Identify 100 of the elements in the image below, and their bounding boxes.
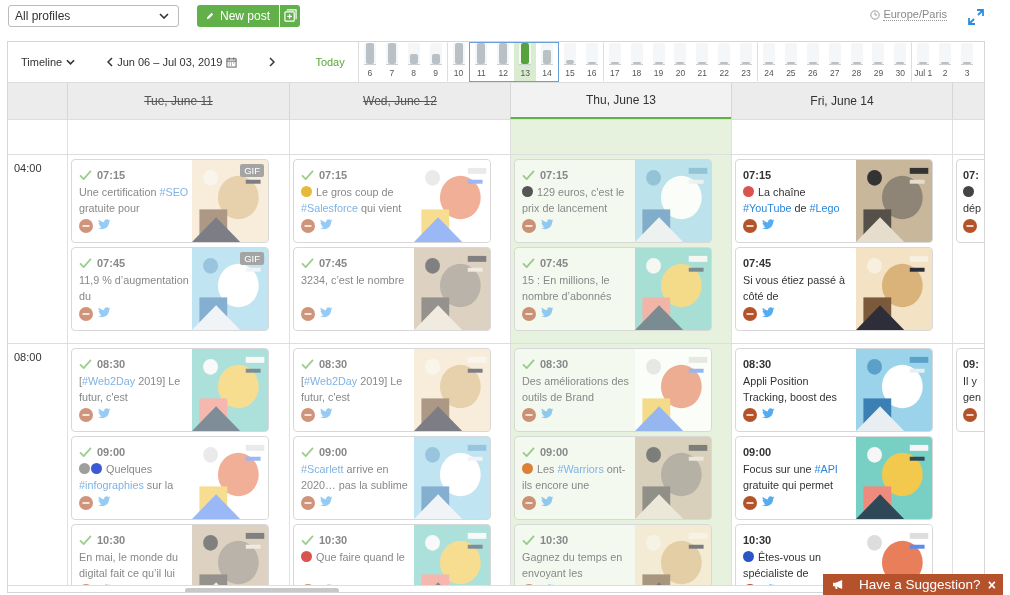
day-number: 21 xyxy=(697,68,708,78)
post-text: [#Web2Day 2019] Le futur, c'est xyxy=(79,374,182,405)
day-number: 10 xyxy=(453,68,464,78)
post-card[interactable]: 09:00 Focus sur une #API gratuite qui permet xyxy=(735,436,933,520)
post-card[interactable]: 07:15 Le gros coup de #Salesforce qui vient xyxy=(293,159,491,243)
day-bar-column[interactable]: 22 xyxy=(713,42,736,82)
day-title: Tue, June 11 xyxy=(144,94,213,108)
post-text: 129 euros, c'est le prix de lancement xyxy=(522,185,626,216)
day-bar-column[interactable]: 24 xyxy=(757,42,780,82)
post-time: 08:30 xyxy=(319,358,348,370)
post-text: 3234, c’est le nombre xyxy=(301,273,406,288)
timezone-link[interactable]: Europe/Paris xyxy=(883,8,947,21)
day-bar-column[interactable]: 2 xyxy=(934,42,957,82)
day-bar-column[interactable]: 17 xyxy=(602,42,626,82)
day-number: 8 xyxy=(411,68,417,78)
hashtag-link[interactable]: #Lego xyxy=(809,201,840,214)
day-bar-column[interactable]: 26 xyxy=(801,42,824,82)
post-card[interactable]: 07: dép xyxy=(956,159,984,243)
day-bar-column[interactable]: 3 xyxy=(956,42,978,82)
day-bar-column[interactable]: 27 xyxy=(823,42,846,82)
post-text: En mai, le monde du digital fait ce qu’il lui xyxy=(79,550,180,581)
post-card[interactable]: 09:00 #Scarlett arrive en 2020… pas la sublime xyxy=(293,436,491,520)
post-text: Des améliorations des outils de Brand xyxy=(522,374,630,405)
day-bar-column[interactable]: 29 xyxy=(867,42,890,82)
day-number: 22 xyxy=(719,68,729,78)
day-bar-column[interactable]: 8 xyxy=(402,42,425,82)
hashtag-link[interactable]: #YouTube xyxy=(743,201,792,214)
hashtag-link[interactable]: #API xyxy=(814,463,838,475)
day-number: 17 xyxy=(610,68,620,78)
post-text: dép xyxy=(963,185,983,216)
day-bar-column[interactable]: 18 xyxy=(625,42,648,82)
day-number: 7 xyxy=(389,68,395,78)
day-title: Thu, June 13 xyxy=(585,93,657,107)
post-time: 07:15 xyxy=(743,169,772,181)
day-bar-column[interactable]: 14 xyxy=(536,42,559,82)
post-card[interactable]: 09:00 Les #Warriors ont-ils encore une xyxy=(514,436,712,520)
day-number: 27 xyxy=(829,68,840,78)
post-text: Il y gen xyxy=(963,374,982,405)
day-bar-column[interactable]: 13 xyxy=(514,42,537,82)
day-bar-column[interactable]: 9 xyxy=(424,42,447,82)
post-card[interactable]: 09: Il y gen xyxy=(956,348,984,432)
post-time: 09:00 xyxy=(540,446,569,458)
close-button[interactable]: × xyxy=(987,576,996,593)
time-label: 04:00 xyxy=(14,162,42,174)
day-bar-column[interactable]: 25 xyxy=(779,42,802,82)
post-text: Quelques #infographies sur la xyxy=(79,462,175,493)
day-number: Jul 1 xyxy=(914,68,933,78)
post-card[interactable]: 10:30 En mai, le monde du digital fait ce qu’il lui xyxy=(71,524,269,585)
view-dropdown[interactable]: Timeline xyxy=(21,56,63,68)
post-card[interactable]: 10:30 Gagnez du temps en envoyant les xyxy=(514,524,712,585)
day-bar-column[interactable]: 19 xyxy=(647,42,670,82)
post-card[interactable]: 07:15 Une certification #SEO gratuite pour GIF xyxy=(71,159,269,243)
suggestion-widget[interactable]: Have a Suggestion? × xyxy=(823,574,1003,595)
day-bar-column[interactable]: 20 xyxy=(669,42,692,82)
day-bar-column[interactable]: 11 xyxy=(469,42,493,82)
day-bar-column[interactable]: 15 xyxy=(559,42,581,82)
day-number: 11 xyxy=(477,68,486,78)
post-time: 10:30 xyxy=(97,534,126,546)
day-number: 26 xyxy=(808,68,818,78)
post-text: La chaîne #YouTube de #Lego xyxy=(743,185,841,216)
post-time: 07: xyxy=(963,169,979,181)
day-bar-column[interactable]: Jul 1 xyxy=(911,42,935,82)
post-card[interactable]: 08:30 Appli Position Tracking, boost des xyxy=(735,348,933,432)
gif-badge: GIF xyxy=(240,252,264,265)
day-bar-column[interactable]: 23 xyxy=(735,42,758,82)
post-card[interactable]: 07:15 La chaîne #YouTube de #Lego xyxy=(735,159,933,243)
post-card[interactable]: 09:00 Quelques #infographies sur la xyxy=(71,436,269,520)
day-bar-column[interactable]: 10 xyxy=(446,42,470,82)
post-text: Si vous étiez passé à côté de xyxy=(743,273,847,304)
post-time: 08:30 xyxy=(743,358,772,370)
post-card[interactable]: 07:45 11,9 % d’augmentation du GIF xyxy=(71,247,269,331)
post-time: 09: xyxy=(963,358,979,370)
post-time: 09:00 xyxy=(319,446,348,458)
day-number: 28 xyxy=(851,68,862,78)
post-text: 11,9 % d’augmentation du xyxy=(79,273,190,304)
day-bar-column[interactable]: 21 xyxy=(691,42,714,82)
post-text: #Scarlett arrive en 2020… pas la sublime xyxy=(301,462,409,493)
post-text: Appli Position Tracking, boost des xyxy=(743,374,838,405)
day-bar-column[interactable]: 16 xyxy=(580,42,603,82)
day-bar-column[interactable]: 30 xyxy=(889,42,912,82)
profile-select[interactable]: All profiles xyxy=(8,4,179,27)
post-card[interactable]: 07:45 15 : En millions, le nombre d’abonnés xyxy=(514,247,712,331)
time-label: 08:00 xyxy=(14,351,42,363)
day-number: 18 xyxy=(631,68,642,78)
day-bar-column[interactable]: 6 xyxy=(359,42,381,82)
post-time: 07:45 xyxy=(319,257,348,269)
day-bar-column[interactable]: 7 xyxy=(380,42,403,82)
post-card[interactable]: 08:30 [#Web2Day 2019] Le futur, c'est xyxy=(71,348,269,432)
post-card[interactable]: 08:30 [#Web2Day 2019] Le futur, c'est xyxy=(293,348,491,432)
post-card[interactable]: 07:15 129 euros, c'est le prix de lancement xyxy=(514,159,712,243)
post-card[interactable]: 07:45 Si vous étiez passé à côté de xyxy=(735,247,933,331)
day-number: 12 xyxy=(498,68,508,78)
post-time: 10:30 xyxy=(540,534,569,546)
post-time: 08:30 xyxy=(540,358,569,370)
post-text: Une certification #SEO gratuite pour xyxy=(79,185,190,216)
day-bar-column[interactable]: 28 xyxy=(845,42,868,82)
post-card[interactable]: 10:30 Que faire quand le xyxy=(293,524,491,585)
day-number: 24 xyxy=(764,68,774,78)
day-number: 2 xyxy=(942,68,948,78)
post-card[interactable]: 07:45 3234, c’est le nombre xyxy=(293,247,491,331)
